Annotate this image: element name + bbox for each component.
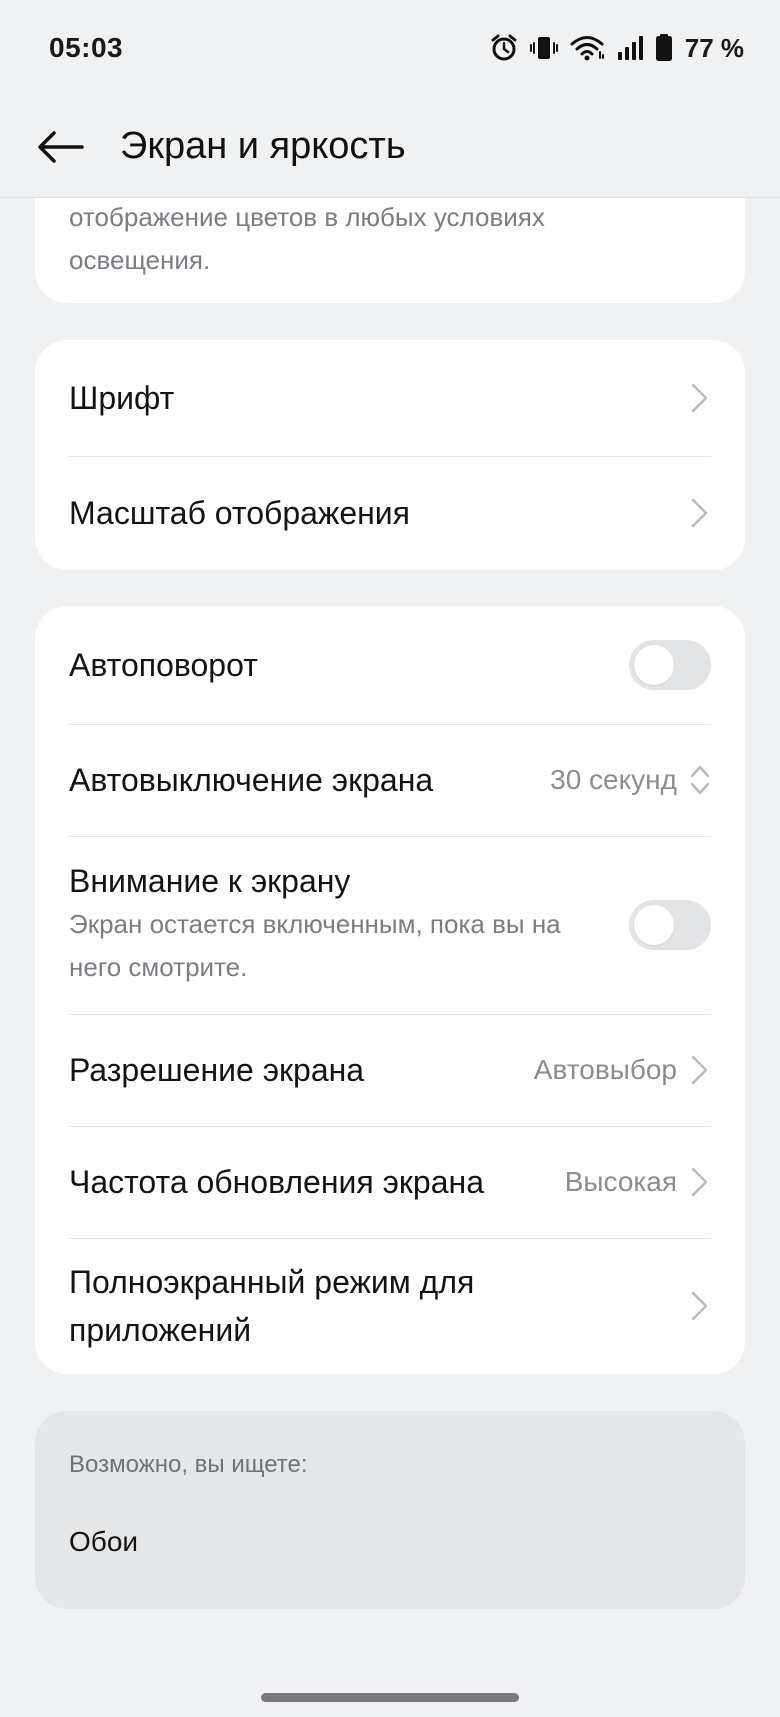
arrow-left-icon (38, 130, 84, 163)
screen-attention-label: Внимание к экрану (69, 863, 351, 899)
refresh-rate-label: Частота обновления экрана (69, 1164, 484, 1200)
autorotate-row[interactable]: Автоповорот (35, 606, 745, 724)
autorotate-toggle[interactable] (629, 640, 711, 690)
font-row[interactable]: Шрифт (35, 340, 745, 456)
app-bar: Экран и яркость (0, 96, 780, 198)
chevron-right-icon (691, 1167, 708, 1197)
screen-attention-toggle[interactable] (629, 900, 711, 950)
chevron-right-icon (691, 1291, 708, 1321)
back-button[interactable] (0, 96, 120, 198)
resolution-value: Автовыбор (533, 1054, 677, 1085)
chevron-right-icon (691, 383, 708, 413)
toggle-knob (634, 905, 674, 945)
wifi-icon (570, 36, 604, 61)
battery-icon (655, 34, 672, 61)
toggle-knob (634, 645, 674, 685)
page-title: Экран и яркость (120, 125, 406, 167)
fullscreen-apps-row[interactable]: Полноэкранный режим для приложений (35, 1238, 745, 1374)
screen-attention-description: Экран остается включенным, пока вы на не… (69, 909, 561, 982)
resolution-row[interactable]: Разрешение экрана Автовыбор (35, 1014, 745, 1126)
resolution-label: Разрешение экрана (69, 1052, 365, 1088)
display-scale-row[interactable]: Масштаб отображения (35, 456, 745, 570)
status-icons: 77 % (489, 33, 744, 64)
screen-group-card: Автоповорот Автовыключение экрана 30 сек… (35, 606, 745, 1374)
vibrate-icon (529, 37, 558, 59)
refresh-rate-row[interactable]: Частота обновления экрана Высокая (35, 1126, 745, 1238)
alarm-icon (491, 34, 517, 61)
chevron-right-icon (691, 498, 708, 528)
display-scale-label: Масштаб отображения (69, 495, 410, 531)
color-mode-description: отображение цветов в любых условиях осве… (69, 202, 545, 275)
screen-timeout-value: 30 секунд (550, 764, 677, 795)
status-bar: 05:03 77 % (0, 0, 780, 96)
refresh-rate-value: Высокая (564, 1166, 677, 1197)
home-indicator[interactable] (261, 1693, 519, 1702)
battery-percent: 77 % (684, 32, 744, 63)
status-time: 05:03 (49, 32, 124, 63)
font-group-card: Шрифт Масштаб отображения (35, 340, 745, 570)
font-label: Шрифт (69, 380, 175, 416)
suggestions-card: Возможно, вы ищете: Обои (35, 1411, 745, 1609)
chevron-up-down-icon (690, 765, 710, 795)
chevron-right-icon (691, 1055, 708, 1085)
screen-attention-row[interactable]: Внимание к экрану Экран остается включен… (35, 836, 745, 1014)
color-mode-card: отображение цветов в любых условиях осве… (35, 198, 745, 303)
suggestions-label: Возможно, вы ищете: (69, 1451, 308, 1478)
fullscreen-apps-label: Полноэкранный режим для приложений (69, 1264, 475, 1348)
suggestion-wallpaper-link[interactable]: Обои (69, 1526, 138, 1558)
autorotate-label: Автоповорот (69, 647, 258, 683)
signal-icon (617, 36, 643, 60)
screen-timeout-row[interactable]: Автовыключение экрана 30 секунд (35, 724, 745, 836)
screen-timeout-label: Автовыключение экрана (69, 762, 434, 798)
